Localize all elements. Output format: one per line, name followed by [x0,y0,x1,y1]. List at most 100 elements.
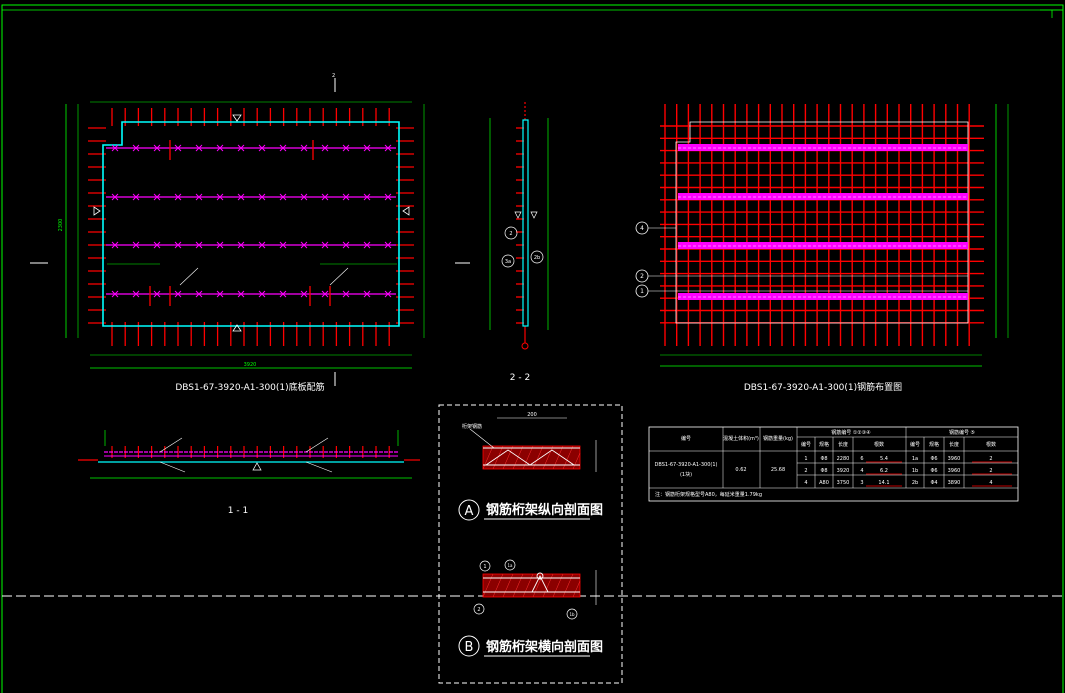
truss-bar [678,144,968,151]
table-cell-cnt-2: 4 [989,480,992,486]
table-cell-len: 3750 [837,480,850,486]
truss-bar [678,193,968,200]
section-2-2-triangle-1 [514,211,522,219]
section-1-1-triangle [252,462,262,471]
left-plan-vertical-rebars [111,108,390,346]
section-1-1-leader-2 [305,437,329,453]
table-sub-header-spec-2: 规格 [929,441,939,448]
section-2-2-caption: 2 - 2 [510,373,530,383]
cad-drawing-canvas: 3920 2300 2 DBS1-67-3920-A1-300(1)底板配筋 2… [1,4,1064,693]
detail-b-callout-1-label: 1 [483,564,486,570]
table-cell-len-2: 3960 [948,468,961,474]
table-cell-len: 3920 [837,468,850,474]
table-cell-weight: 14.1 [878,480,889,486]
table-header-weight: 钢筋重量(kg) [763,435,793,442]
table-cell-cnt-2: 2 [989,456,992,462]
section-1-1: 1 - 1 [78,430,420,516]
table-cell-cnt: 6 [860,456,863,462]
left-plan-leader-1 [179,267,199,286]
rebar-table: 编号 混凝土体积(m³) 钢筋重量(kg) 钢筋编号 ①②③④ 钢筋编号 ⑤ 编… [648,426,1019,502]
table-name-sub: (1块) [680,471,692,478]
section-2-2-callout-3-label: 2b [534,255,540,261]
detail-a-letter: A [465,504,474,519]
truss-bar [678,293,968,300]
section-2-2-triangle-2 [530,211,538,219]
left-plan-triangle-left [93,206,101,216]
table-cell-no-2: 1b [912,468,918,474]
table-cell-no-2: 2b [912,480,918,486]
left-plan-truss-lines [106,140,396,306]
plan-right: 4 2 1 DBS1-67-3920-A1-300(1)钢筋布置图 [635,104,1009,393]
table-note: 注：钢筋桁架规格型号A80，每延米重量1.79kg [655,491,762,498]
detail-b-callout-2-label: 2 [477,607,480,613]
section-1-1-leader-1 [159,437,183,453]
table-sub-header-len-2: 长度 [949,441,959,448]
detail-a-title: 钢筋桁架纵向剖面图 [486,502,603,518]
table-cell-weight: 5.4 [880,456,888,462]
table-cell-no: 4 [804,480,807,486]
section-2-2-callout-2-label: 3a [505,259,511,265]
table-name: DBS1-67-3920-A1-300(1) [655,462,718,468]
right-plan-caption: DBS1-67-3920-A1-300(1)钢筋布置图 [744,381,902,393]
section-2-2-callout-1-label: 2 [509,231,512,237]
right-plan-truss-bars [678,144,968,300]
table-sub-header-spec: 规格 [819,441,829,448]
table-cell-spec: Φ8 [820,456,827,462]
table-cell-cnt: 3 [860,480,863,486]
table-sub-header-cnt: 根数 [874,441,884,448]
section-2-2: 2 3a 2b 2 - 2 [455,102,549,383]
section-1-1-caption: 1 - 1 [228,506,248,516]
table-cell-len-2: 3890 [948,480,961,486]
table-cell-cnt: 4 [860,468,863,474]
table-cell-spec-2: Φ6 [930,468,937,474]
detail-a-label: 桁架钢筋 [462,423,482,430]
section-2-2-end-marker [521,342,529,350]
detail-box: 200 桁架钢筋 A 钢筋桁架纵向剖面图 1 2 1a 1b B 钢筋桁架横向剖… [438,404,623,684]
table-cell-no: 1 [804,456,807,462]
table-header-name: 编号 [681,435,691,442]
left-plan-dim-total: 3920 [244,362,257,368]
detail-b-callout-1a-label: 1a [508,563,514,568]
left-plan-leader-2 [329,267,349,286]
plan-left: 3920 2300 2 DBS1-67-3920-A1-300(1)底板配筋 [30,73,425,393]
table-cell-spec: Φ8 [820,468,827,474]
table-cell-spec-2: Φ6 [930,456,937,462]
right-plan-callout-4-label: 4 [640,225,644,232]
table-cell-spec: A80 [819,480,829,486]
table-sub-header-no-2: 编号 [910,441,920,448]
right-plan-callout-2-label: 2 [640,273,644,280]
detail-a-dim-label: 200 [527,412,537,418]
table-sub-header-no: 编号 [801,441,811,448]
table-cell-spec-2: Φ4 [930,480,937,486]
table-cell-len-2: 3960 [948,456,961,462]
left-plan-caption: DBS1-67-3920-A1-300(1)底板配筋 [175,381,324,393]
section-1-1-leader-4 [305,461,333,473]
section-1-1-leader-3 [159,461,186,473]
table-sub-header-cnt-2: 根数 [986,441,996,448]
table-sub-header-len: 长度 [838,441,848,448]
left-plan-section-label-top: 2 [332,73,335,79]
table-cell-weight: 6.2 [880,468,888,474]
right-plan-callout-1-label: 1 [640,288,644,295]
detail-b-title: 钢筋桁架横向剖面图 [486,639,603,655]
truss-bar [678,242,968,249]
table-cell-no-2: 1a [912,456,918,462]
left-plan-triangle-top [232,114,242,122]
table-cell-len: 2280 [837,456,850,462]
detail-a-leader [469,428,495,449]
right-plan-outline [675,121,969,324]
table-group-header-1: 钢筋编号 ①②③④ [831,429,871,436]
table-header-volume: 混凝土体积(m³) [723,435,759,442]
detail-b-callout-1b-label: 1b [569,612,575,617]
detail-b-letter: B [465,640,474,655]
table-cell-no: 2 [804,468,807,474]
table-weight: 25.68 [771,467,785,473]
section-2-2-slab [522,119,529,327]
left-plan-triangle-right [402,206,410,216]
section-2-2-rebars [516,102,526,343]
table-volume: 0.62 [735,467,746,473]
table-cell-cnt-2: 2 [989,468,992,474]
table-rows: 1 Φ8 2280 6 5.4 2 Φ8 3920 4 6.2 4 A80 3750 3 14.1 1a Φ6 3… [804,456,1012,487]
left-plan-dim-side: 2300 [58,219,64,232]
left-plan-outline [102,121,400,327]
